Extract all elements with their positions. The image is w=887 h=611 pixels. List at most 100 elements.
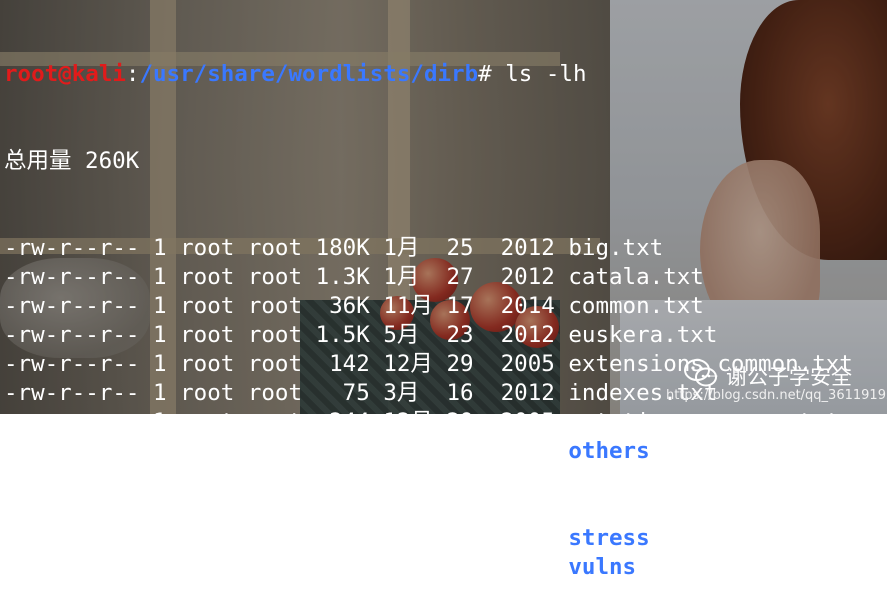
entry-time: 22:48: [487, 438, 569, 464]
entry-owner: root: [180, 380, 248, 406]
entry-time: 2012: [487, 380, 569, 406]
entry-links: 2: [153, 438, 181, 464]
entry-links: 1: [153, 467, 181, 493]
entry-month: 12月: [383, 409, 447, 435]
entry-perms: -rw-r--r--: [4, 293, 154, 319]
prompt-user-host: root@kali: [4, 61, 126, 87]
entry-size: 1.3K: [315, 264, 384, 290]
entry-time: 2012: [487, 264, 569, 290]
entry-perms: drwxr-xr-x: [4, 554, 154, 580]
entry-day: 25: [446, 235, 488, 261]
listing-row: -rw-r--r-- 1 root root 3.7K 11月 13 2014 …: [4, 495, 853, 524]
entry-month: 3月: [383, 380, 447, 406]
entry-day: 17: [446, 293, 488, 319]
watermark-name: 谢公子学安全: [726, 365, 852, 389]
directory-name[interactable]: stress: [568, 525, 649, 551]
entry-group: root: [247, 496, 316, 522]
file-name[interactable]: big.txt: [568, 235, 663, 261]
entry-links: 1: [153, 409, 181, 435]
entry-day: 5: [446, 467, 488, 493]
entry-month: 1月: [383, 235, 447, 261]
entry-perms: -rw-r--r--: [4, 264, 154, 290]
entry-time: 2012: [487, 322, 569, 348]
entry-links: 2: [153, 525, 181, 551]
entry-group: root: [247, 235, 316, 261]
entry-links: 1: [153, 496, 181, 522]
entry-perms: -rw-r--r--: [4, 380, 154, 406]
entry-perms: drwxr-xr-x: [4, 438, 154, 464]
entry-time: 2005: [487, 409, 569, 435]
entry-owner: root: [180, 293, 248, 319]
directory-name[interactable]: others: [568, 438, 649, 464]
listing-row: drwxr-xr-x 2 root root 4.0K 5月 5 22:48 v…: [4, 553, 853, 582]
entry-day: 29: [446, 409, 488, 435]
entry-time: 2014: [487, 293, 569, 319]
file-name[interactable]: spanish.txt: [568, 496, 717, 522]
prompt-line: root@kali:/usr/share/wordlists/dirb# ls …: [4, 60, 853, 89]
entry-time: 22:48: [487, 554, 569, 580]
entry-owner: root: [180, 351, 248, 377]
entry-month: 1月: [383, 264, 447, 290]
prompt-colon: :: [125, 61, 140, 87]
prompt-symbol: #: [478, 61, 506, 87]
entry-group: root: [247, 467, 316, 493]
entry-time: 2012: [487, 235, 569, 261]
entry-size: 180K: [315, 235, 384, 261]
directory-name[interactable]: vulns: [568, 554, 636, 580]
entry-day: 16: [446, 380, 488, 406]
entry-month: 3月: [383, 467, 447, 493]
entry-perms: -rw-r--r--: [4, 467, 154, 493]
listing-row: -rw-r--r-- 1 root root 1.5K 5月 23 2012 e…: [4, 321, 853, 350]
entry-day: 13: [446, 496, 488, 522]
entry-owner: root: [180, 264, 248, 290]
entry-size: 75: [315, 380, 384, 406]
entry-owner: root: [180, 496, 248, 522]
file-name[interactable]: catala.txt: [568, 264, 703, 290]
entry-day: 29: [446, 351, 488, 377]
listing-row: -rw-r--r-- 1 root root 244 12月 29 2005 m…: [4, 408, 853, 437]
entry-size: 244: [315, 409, 384, 435]
entry-group: root: [247, 380, 316, 406]
file-listing: -rw-r--r-- 1 root root 180K 1月 25 2012 b…: [4, 234, 853, 582]
entry-group: root: [247, 293, 316, 319]
listing-row: drwxr-xr-x 2 root root 4.0K 5月 5 22:48 s…: [4, 524, 853, 553]
terminal-output[interactable]: root@kali:/usr/share/wordlists/dirb# ls …: [4, 2, 853, 611]
entry-perms: -rw-r--r--: [4, 322, 154, 348]
entry-size: 142: [315, 351, 384, 377]
entry-links: 2: [153, 554, 181, 580]
entry-day: 5: [446, 438, 488, 464]
entry-month: 12月: [383, 351, 447, 377]
entry-owner: root: [180, 554, 248, 580]
entry-perms: -rw-r--r--: [4, 496, 154, 522]
listing-row: drwxr-xr-x 2 root root 4.0K 5月 5 22:48 o…: [4, 437, 853, 466]
listing-row: -rw-r--r-- 1 root root 180K 1月 25 2012 b…: [4, 234, 853, 263]
file-name[interactable]: common.txt: [568, 293, 703, 319]
entry-month: 5月: [383, 525, 447, 551]
file-name[interactable]: mutations_common.txt: [568, 409, 839, 435]
entry-links: 1: [153, 293, 181, 319]
listing-row: -rw-r--r-- 1 root root 36K 11月 17 2014 c…: [4, 292, 853, 321]
total-line: 总用量 260K: [4, 148, 140, 174]
entry-group: root: [247, 264, 316, 290]
entry-day: 5: [446, 525, 488, 551]
entry-time: 2005: [487, 351, 569, 377]
entry-month: 11月: [383, 496, 447, 522]
entry-group: root: [247, 322, 316, 348]
entry-links: 1: [153, 380, 181, 406]
prompt-path: /usr/share/wordlists/dirb: [139, 61, 479, 87]
listing-row: -rw-r--r-- 1 root root 1.3K 1月 27 2012 c…: [4, 263, 853, 292]
file-name[interactable]: small.txt: [568, 467, 690, 493]
entry-group: root: [247, 525, 316, 551]
entry-day: 5: [446, 554, 488, 580]
entry-size: 4.0K: [315, 438, 384, 464]
entry-group: root: [247, 438, 316, 464]
entry-group: root: [247, 351, 316, 377]
entry-links: 1: [153, 351, 181, 377]
entry-group: root: [247, 409, 316, 435]
prompt-command: ls -lh: [505, 61, 587, 87]
file-name[interactable]: euskera.txt: [568, 322, 717, 348]
entry-owner: root: [180, 467, 248, 493]
entry-links: 1: [153, 322, 181, 348]
entry-size: 1.5K: [315, 322, 384, 348]
entry-owner: root: [180, 438, 248, 464]
